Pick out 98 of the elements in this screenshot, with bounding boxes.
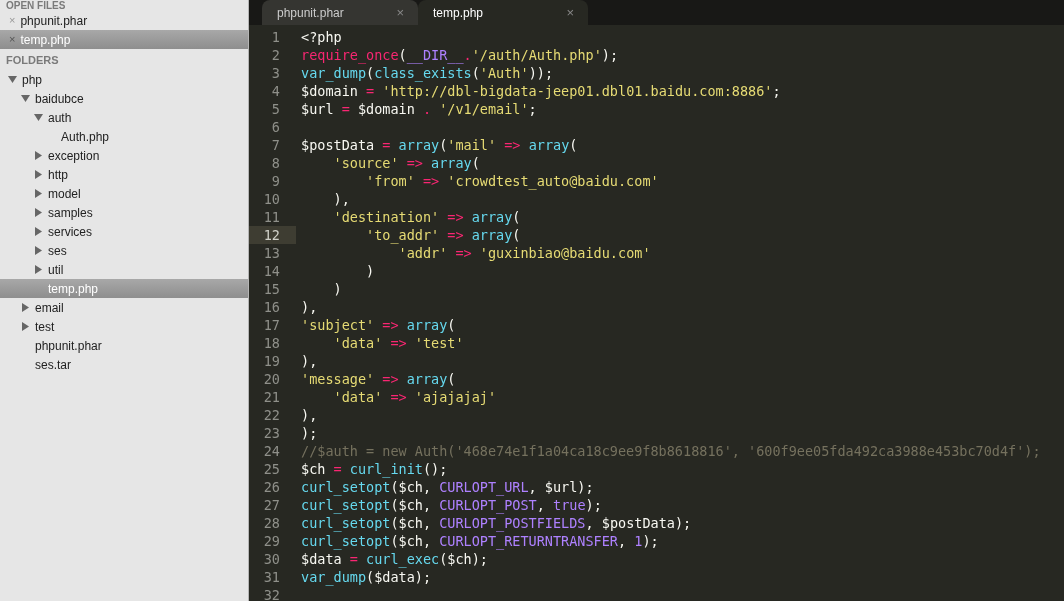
collapsed-triangle-icon[interactable] (34, 227, 43, 236)
file-name: temp.php (20, 31, 71, 49)
expanded-triangle-icon[interactable] (8, 75, 17, 84)
code-line: var_dump(class_exists('Auth')); (300, 64, 554, 82)
code-line: 'addr' => 'guxinbiao@baidu.com' (397, 244, 651, 262)
code-line: ), (300, 298, 318, 316)
collapsed-triangle-icon[interactable] (34, 208, 43, 217)
code-line: require_once(__DIR__.'/auth/Auth.php'); (300, 46, 619, 64)
line-number: 12 (249, 226, 296, 244)
line-number: 11 (262, 208, 281, 226)
code-line: ), (300, 406, 318, 424)
code-line: 'from' => 'crowdtest_auto@baidu.com' (365, 172, 659, 190)
line-number: 15 (262, 280, 281, 298)
collapsed-triangle-icon[interactable] (34, 246, 43, 255)
code-line: 'message' => array( (300, 370, 456, 388)
line-number: 30 (262, 550, 281, 568)
tab[interactable]: phpunit.phar × (262, 0, 418, 25)
folder-row[interactable]: baidubce (0, 89, 248, 108)
collapsed-triangle-icon[interactable] (21, 303, 30, 312)
line-number: 8 (270, 154, 281, 172)
line-number: 3 (270, 64, 281, 82)
code-line: curl_setopt($ch, CURLOPT_RETURNTRANSFER, 1); (300, 532, 659, 550)
line-number: 6 (270, 118, 281, 136)
expanded-triangle-icon[interactable] (34, 113, 43, 122)
code-line: ), (300, 352, 318, 370)
close-icon[interactable]: × (566, 2, 574, 23)
folder-row[interactable]: util (0, 260, 248, 279)
code-line: 'data' => 'ajajajaj' (332, 388, 497, 406)
code-line: 'data' => 'test' (332, 334, 464, 352)
code-line: curl_setopt($ch, CURLOPT_URL, $url); (300, 478, 594, 496)
open-file-row[interactable]: × phpunit.phar (0, 11, 248, 30)
folder-row[interactable]: email (0, 298, 248, 317)
line-number: 21 (262, 388, 281, 406)
code-line: <?php (300, 28, 342, 46)
code-line: //$auth = new Auth('468e74e1f1a04ca18c9ee9f8b8618816', '600f9ee05fda492ca3988e453bc70d4f'); (300, 442, 1041, 460)
code-line: $ch = curl_init(); (300, 460, 448, 478)
file-row[interactable]: phpunit.phar (0, 336, 248, 355)
folder-row[interactable]: exception (0, 146, 248, 165)
code-line: 'destination' => array( (332, 208, 521, 226)
line-number: 16 (262, 298, 281, 316)
line-number: 22 (262, 406, 281, 424)
line-number: 9 (270, 172, 281, 190)
collapsed-triangle-icon[interactable] (34, 151, 43, 160)
line-number: 14 (262, 262, 281, 280)
collapsed-triangle-icon[interactable] (21, 322, 30, 331)
code-line: 'to_addr' => array( (365, 226, 521, 244)
line-number: 13 (262, 244, 281, 262)
code-line: curl_setopt($ch, CURLOPT_POST, true); (300, 496, 602, 514)
folder-row[interactable]: ses (0, 241, 248, 260)
line-number: 25 (262, 460, 281, 478)
line-number: 26 (262, 478, 281, 496)
line-number: 19 (262, 352, 281, 370)
code-line: 'source' => array( (332, 154, 480, 172)
collapsed-triangle-icon[interactable] (34, 189, 43, 198)
code-line: $url = $domain . '/v1/email'; (300, 100, 537, 118)
line-number: 32 (262, 586, 281, 601)
folder-row[interactable]: php (0, 70, 248, 89)
collapsed-triangle-icon[interactable] (34, 170, 43, 179)
line-number: 7 (270, 136, 281, 154)
line-number: 17 (262, 316, 281, 334)
line-number: 5 (270, 100, 281, 118)
close-icon[interactable]: × (396, 2, 404, 23)
line-number: 28 (262, 514, 281, 532)
code-line: $data = curl_exec($ch); (300, 550, 488, 568)
tab[interactable]: temp.php × (418, 0, 588, 25)
line-number: 2 (270, 46, 281, 64)
code-line: ) (365, 262, 375, 280)
section-header: FOLDERS (5, 53, 60, 68)
code-line: ); (300, 424, 318, 442)
code-line: var_dump($data); (300, 568, 432, 586)
code-line: 'subject' => array( (300, 316, 456, 334)
line-number: 31 (262, 568, 281, 586)
file-row[interactable]: Auth.php (0, 127, 248, 146)
folder-row[interactable]: samples (0, 203, 248, 222)
code-line: $domain = 'http://dbl-bigdata-jeep01.dbl01.baidu.com:8886'; (300, 82, 781, 100)
line-number: 10 (262, 190, 281, 208)
folder-row[interactable]: http (0, 165, 248, 184)
code-line: ), (332, 190, 350, 208)
line-number: 27 (262, 496, 281, 514)
line-number: 18 (262, 334, 281, 352)
line-number: 1 (270, 28, 281, 46)
line-number: 4 (270, 82, 281, 100)
section-header: OPEN FILES (5, 0, 67, 11)
folder-row[interactable]: services (0, 222, 248, 241)
expanded-triangle-icon[interactable] (21, 94, 30, 103)
collapsed-triangle-icon[interactable] (34, 265, 43, 274)
folder-row[interactable]: model (0, 184, 248, 203)
folder-row[interactable]: auth (0, 108, 248, 127)
code-line: curl_setopt($ch, CURLOPT_POSTFIELDS, $postData); (300, 514, 692, 532)
file-row[interactable]: ses.tar (0, 355, 248, 374)
folder-row[interactable]: test (0, 317, 248, 336)
line-number: 20 (262, 370, 281, 388)
line-number: 24 (262, 442, 281, 460)
file-name: phpunit.phar (20, 12, 88, 30)
line-number: 23 (262, 424, 281, 442)
code-line: $postData = array('mail' => array( (300, 136, 578, 154)
line-number: 29 (262, 532, 281, 550)
code-line: ) (332, 280, 342, 298)
